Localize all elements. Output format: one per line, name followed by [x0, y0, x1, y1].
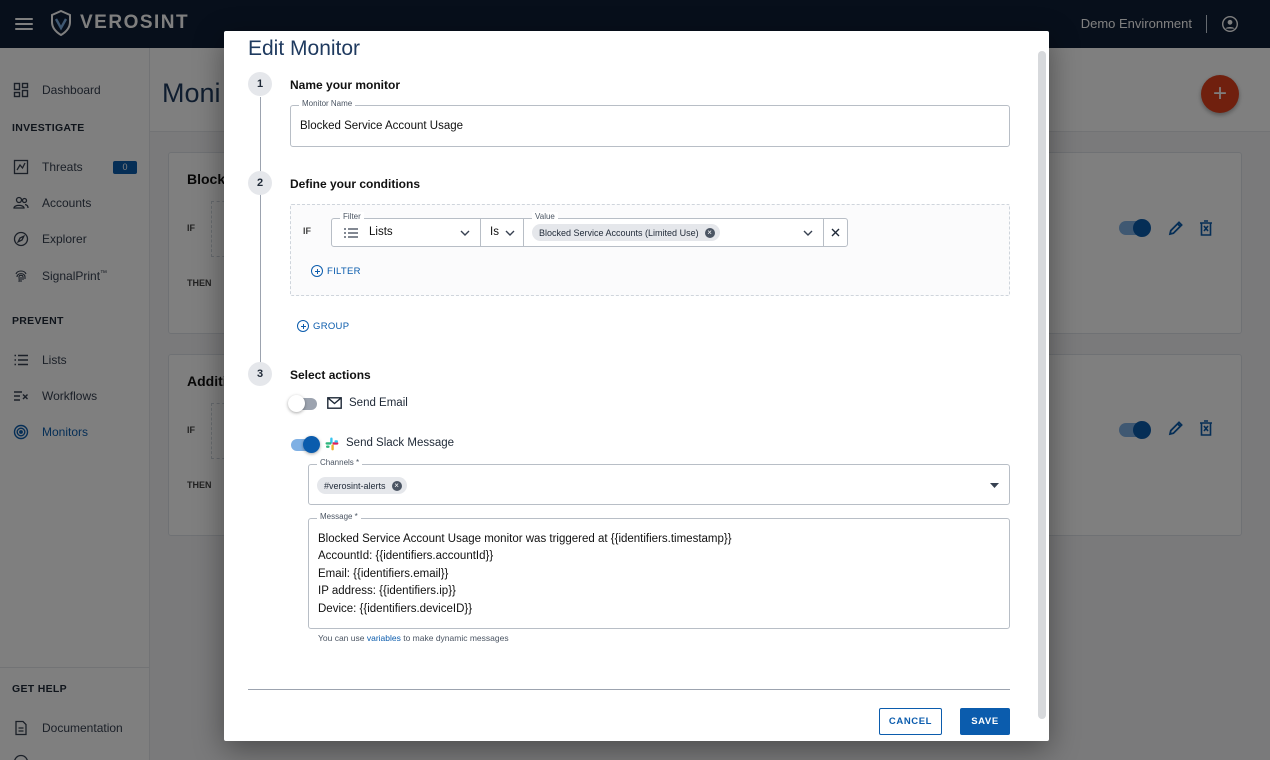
monitor-name-field[interactable]: Monitor Name Blocked Service Account Usa… — [290, 99, 1010, 147]
mail-icon — [327, 397, 342, 409]
list-icon — [344, 228, 358, 238]
dialog-title: Edit Monitor — [248, 37, 361, 60]
channel-chip: #verosint-alerts × — [317, 477, 407, 494]
save-button[interactable]: SAVE — [960, 708, 1010, 735]
send-email-toggle[interactable] — [288, 395, 317, 412]
plus-circle-icon — [297, 320, 309, 332]
cancel-button[interactable]: CANCEL — [879, 708, 942, 735]
filter-value: Lists — [369, 226, 393, 238]
step-2-label: Define your conditions — [290, 177, 421, 191]
slack-icon — [325, 437, 339, 451]
chip-label: Blocked Service Accounts (Limited Use) — [539, 227, 699, 238]
caret-down-icon — [990, 483, 999, 488]
stepper-line — [260, 97, 261, 369]
plus-circle-icon — [311, 265, 323, 277]
step-3-label: Select actions — [290, 368, 371, 382]
send-slack-label: Send Slack Message — [346, 437, 455, 449]
field-label: Value — [532, 212, 558, 221]
condition-group: IF Filter Lists Is Value Blocked Service… — [290, 204, 1010, 296]
chip-remove-icon[interactable]: × — [704, 227, 715, 238]
monitor-name-value: Blocked Service Account Usage — [300, 120, 464, 132]
helper-suffix: to make dynamic messages — [400, 633, 509, 643]
message-text: Blocked Service Account Usage monitor wa… — [318, 533, 732, 615]
message-helper-text: You can use variables to make dynamic me… — [318, 633, 509, 643]
field-label: Channels * — [317, 458, 363, 467]
close-icon — [831, 228, 840, 237]
field-label: Filter — [340, 212, 364, 221]
dialog-scrollbar[interactable] — [1038, 51, 1046, 719]
value-select[interactable]: Value Blocked Service Accounts (Limited … — [523, 212, 824, 247]
chevron-down-icon — [460, 230, 470, 236]
field-label: Monitor Name — [299, 99, 356, 108]
remove-condition-button[interactable] — [823, 218, 848, 247]
add-filter-button[interactable]: FILTER — [311, 265, 361, 277]
step-1-label: Name your monitor — [290, 78, 401, 92]
add-group-label: GROUP — [313, 320, 350, 332]
variables-link[interactable]: variables — [367, 633, 401, 643]
channels-select[interactable]: Channels * #verosint-alerts × — [308, 458, 1010, 505]
operator-select[interactable]: Is — [480, 218, 524, 247]
chevron-down-icon — [803, 230, 813, 236]
edit-monitor-dialog: Edit Monitor 1 Name your monitor Monitor… — [224, 31, 1049, 741]
operator-value: Is — [490, 226, 499, 238]
helper-prefix: You can use — [318, 633, 367, 643]
dialog-divider — [248, 689, 1010, 690]
step-3-number: 3 — [248, 362, 272, 386]
chip-remove-icon[interactable]: × — [391, 480, 402, 491]
chevron-down-icon — [505, 230, 515, 236]
message-textarea[interactable]: Message * Blocked Service Account Usage … — [308, 512, 1010, 629]
send-slack-toggle[interactable] — [291, 436, 320, 453]
chip-label: #verosint-alerts — [324, 480, 386, 491]
field-label: Message * — [317, 512, 361, 521]
send-email-label: Send Email — [349, 397, 408, 409]
step-2-number: 2 — [248, 171, 272, 195]
add-group-button[interactable]: GROUP — [297, 320, 349, 332]
if-label: IF — [303, 226, 311, 236]
value-chip: Blocked Service Accounts (Limited Use) × — [532, 224, 720, 241]
add-filter-label: FILTER — [327, 265, 361, 277]
filter-select[interactable]: Filter Lists — [331, 212, 481, 247]
step-1-number: 1 — [248, 72, 272, 96]
